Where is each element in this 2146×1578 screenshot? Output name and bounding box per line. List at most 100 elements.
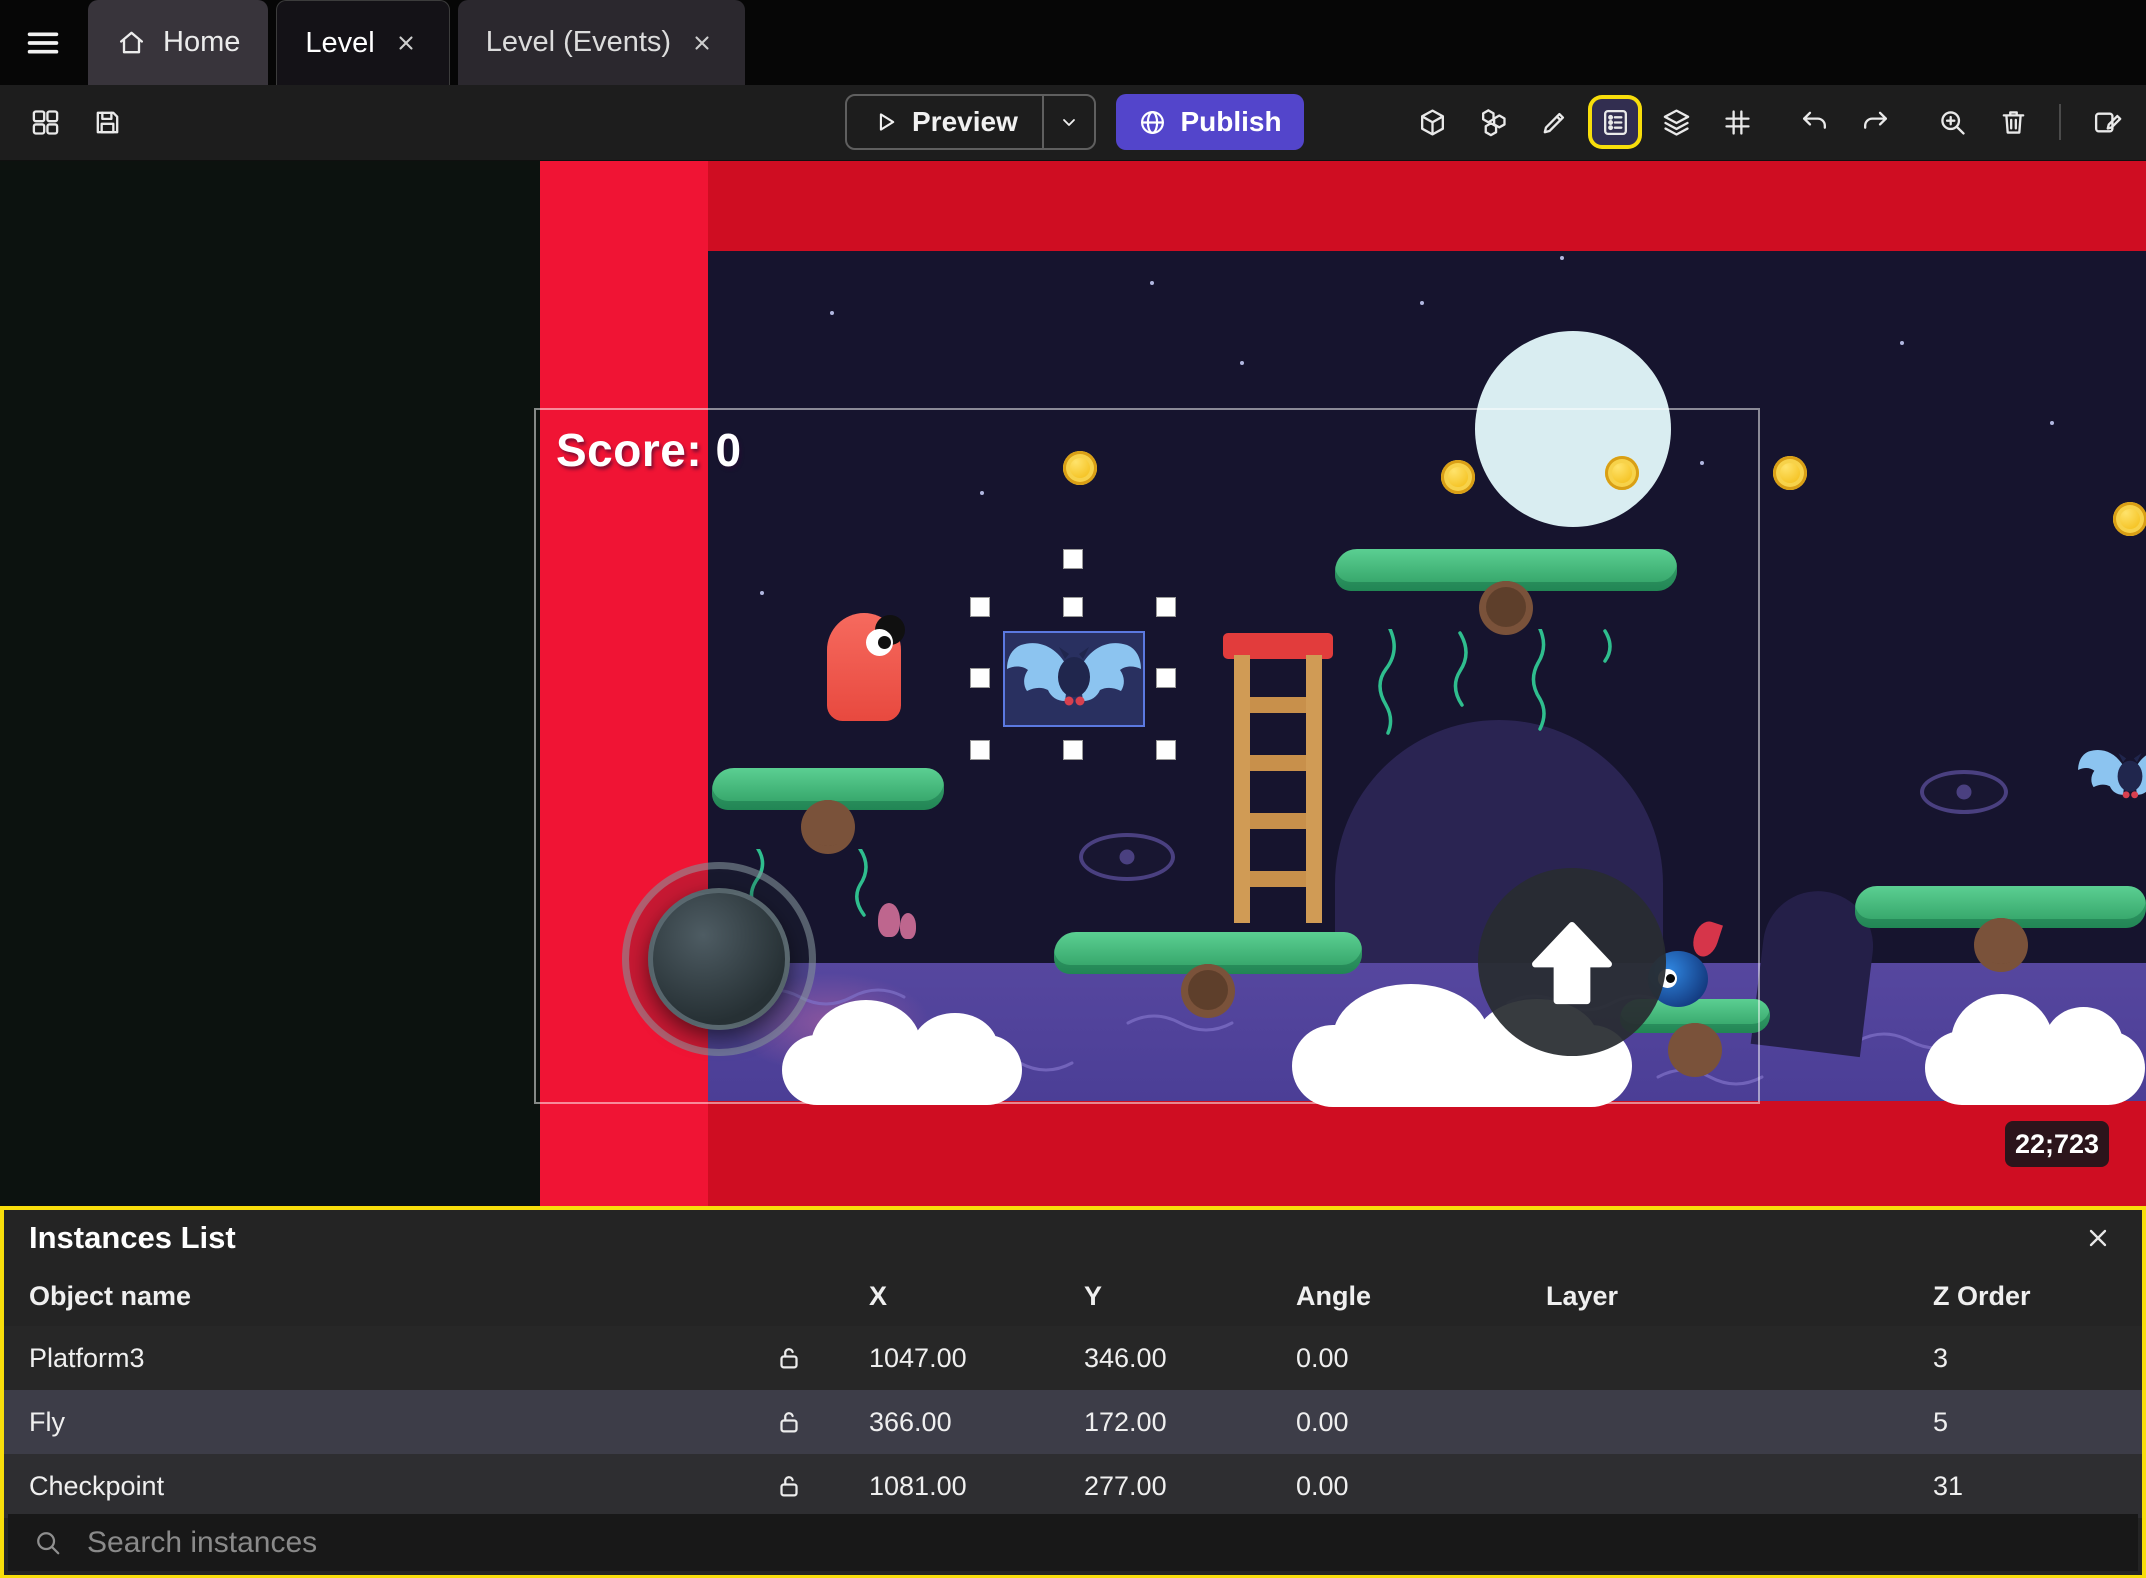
column-header-x: X <box>869 1280 888 1311</box>
selection-handle[interactable] <box>1156 597 1176 617</box>
star <box>1420 301 1424 305</box>
preview-label: Preview <box>912 106 1018 137</box>
eye-creature-object[interactable] <box>1920 770 2008 814</box>
star <box>1560 256 1564 260</box>
pencil-icon <box>1543 112 1564 133</box>
tab-level-events-close-button[interactable] <box>687 28 717 58</box>
platform-object[interactable] <box>1855 886 2146 972</box>
instances-panel-header: Instances List <box>4 1210 2142 1266</box>
instance-y: 277.00 <box>1084 1470 1167 1501</box>
joystick-knob[interactable] <box>648 888 790 1030</box>
selection-handle[interactable] <box>970 668 990 688</box>
column-header-angle: Angle <box>1296 1280 1372 1311</box>
selection-handle[interactable] <box>1063 740 1083 760</box>
instance-y: 172.00 <box>1084 1406 1167 1437</box>
instance-x: 1047.00 <box>869 1342 967 1373</box>
up-arrow-icon <box>1532 922 1612 1005</box>
selected-fly-instance[interactable] <box>1003 631 1145 727</box>
unlock-icon <box>780 1476 798 1497</box>
selection-handle[interactable] <box>1156 668 1176 688</box>
star <box>2050 421 2054 425</box>
trash-icon <box>2002 110 2024 134</box>
toolbar-right-group <box>1409 99 2130 145</box>
grid-icon <box>1724 109 1750 135</box>
save-button[interactable] <box>84 99 130 145</box>
instance-row-fly[interactable]: Fly 366.00 172.00 0.00 5 <box>4 1390 2142 1454</box>
redo-icon <box>1863 111 1887 129</box>
tab-level-label: Level <box>305 26 375 59</box>
instance-angle: 0.00 <box>1296 1342 1349 1373</box>
instance-row-platform3[interactable]: Platform3 1047.00 346.00 0.00 3 <box>4 1326 2142 1390</box>
instance-x: 366.00 <box>869 1406 952 1437</box>
instances-list-button[interactable] <box>1592 99 1638 145</box>
layers-button[interactable] <box>1653 99 1699 145</box>
instances-panel-title: Instances List <box>29 1220 236 1255</box>
scene-editor-canvas[interactable]: Score: 0 22;723 <box>0 161 2146 1206</box>
cursor-coordinates-badge: 22;723 <box>2005 1121 2109 1167</box>
instances-panel-close-button[interactable] <box>2076 1216 2120 1260</box>
lock-toggle-button[interactable] <box>767 1464 811 1508</box>
redo-button[interactable] <box>1852 99 1898 145</box>
instance-z-order: 5 <box>1933 1406 1949 1437</box>
zoom-button[interactable] <box>1929 99 1975 145</box>
preview-button[interactable]: Preview <box>847 96 1042 148</box>
play-icon <box>879 113 895 131</box>
grid-button[interactable] <box>1714 99 1760 145</box>
objects-groups-button[interactable] <box>1470 99 1516 145</box>
menu-button[interactable] <box>14 14 72 72</box>
tab-level-close-button[interactable] <box>391 28 421 58</box>
column-header-object-name: Object name <box>29 1280 192 1311</box>
tab-home-label: Home <box>163 26 241 58</box>
instance-name: Fly <box>29 1406 65 1437</box>
delete-button[interactable] <box>1990 99 2036 145</box>
tab-home[interactable]: Home <box>88 0 269 85</box>
toolbar-left-group <box>22 99 130 145</box>
save-icon <box>96 111 118 133</box>
instances-list-icon <box>1603 109 1627 135</box>
panels-grid-icon <box>32 109 58 135</box>
globe-icon <box>1141 110 1165 134</box>
objects-editor-button[interactable] <box>1409 99 1455 145</box>
cubes-cluster-icon <box>1481 108 1506 136</box>
selection-handle[interactable] <box>970 597 990 617</box>
instance-row-checkpoint[interactable]: Checkpoint 1081.00 277.00 0.00 31 <box>4 1454 2142 1518</box>
instances-panel: Instances List Object name X Y Angle Lay… <box>0 1206 2146 1578</box>
editors-layout-button[interactable] <box>22 99 68 145</box>
tab-level-events[interactable]: Level (Events) <box>457 0 746 85</box>
instance-z-order: 3 <box>1933 1342 1949 1373</box>
search-instances-input[interactable] <box>85 1524 2138 1561</box>
close-icon <box>695 35 709 50</box>
publish-label: Publish <box>1180 106 1282 137</box>
column-header-z-order: Z Order <box>1933 1280 2031 1311</box>
unlock-icon <box>780 1412 798 1433</box>
instance-angle: 0.00 <box>1296 1406 1349 1437</box>
close-icon <box>2089 1229 2107 1247</box>
cloud <box>1925 994 2145 1105</box>
tab-level[interactable]: Level <box>276 0 450 85</box>
edit-button[interactable] <box>1531 99 1577 145</box>
column-header-y: Y <box>1084 1280 1103 1311</box>
toolbar-divider <box>2059 104 2061 140</box>
undo-button[interactable] <box>1791 99 1837 145</box>
bat-sprite <box>1007 643 1141 706</box>
instance-z-order: 31 <box>1933 1470 1964 1501</box>
chevron-down-icon <box>1062 119 1075 126</box>
edit-scene-button[interactable] <box>2084 99 2130 145</box>
app-window: Home Level Level (Events) Preview Publis… <box>0 0 2146 1578</box>
lock-toggle-button[interactable] <box>767 1400 811 1444</box>
tab-bar: Home Level Level (Events) <box>0 0 2146 85</box>
fly-enemy-object[interactable] <box>2075 739 2146 815</box>
lock-toggle-button[interactable] <box>767 1336 811 1380</box>
preview-dropdown-button[interactable] <box>1041 96 1094 148</box>
jump-button-object[interactable] <box>1478 868 1666 1056</box>
publish-button[interactable]: Publish <box>1116 94 1304 150</box>
coin-object[interactable] <box>1773 456 1807 490</box>
coin-object[interactable] <box>2113 502 2146 536</box>
instances-search-bar <box>8 1514 2138 1571</box>
selection-handle[interactable] <box>970 740 990 760</box>
instance-name: Checkpoint <box>29 1470 165 1501</box>
unlock-icon <box>780 1348 798 1369</box>
selection-rotate-handle[interactable] <box>1063 549 1083 569</box>
selection-handle[interactable] <box>1063 597 1083 617</box>
selection-handle[interactable] <box>1156 740 1176 760</box>
